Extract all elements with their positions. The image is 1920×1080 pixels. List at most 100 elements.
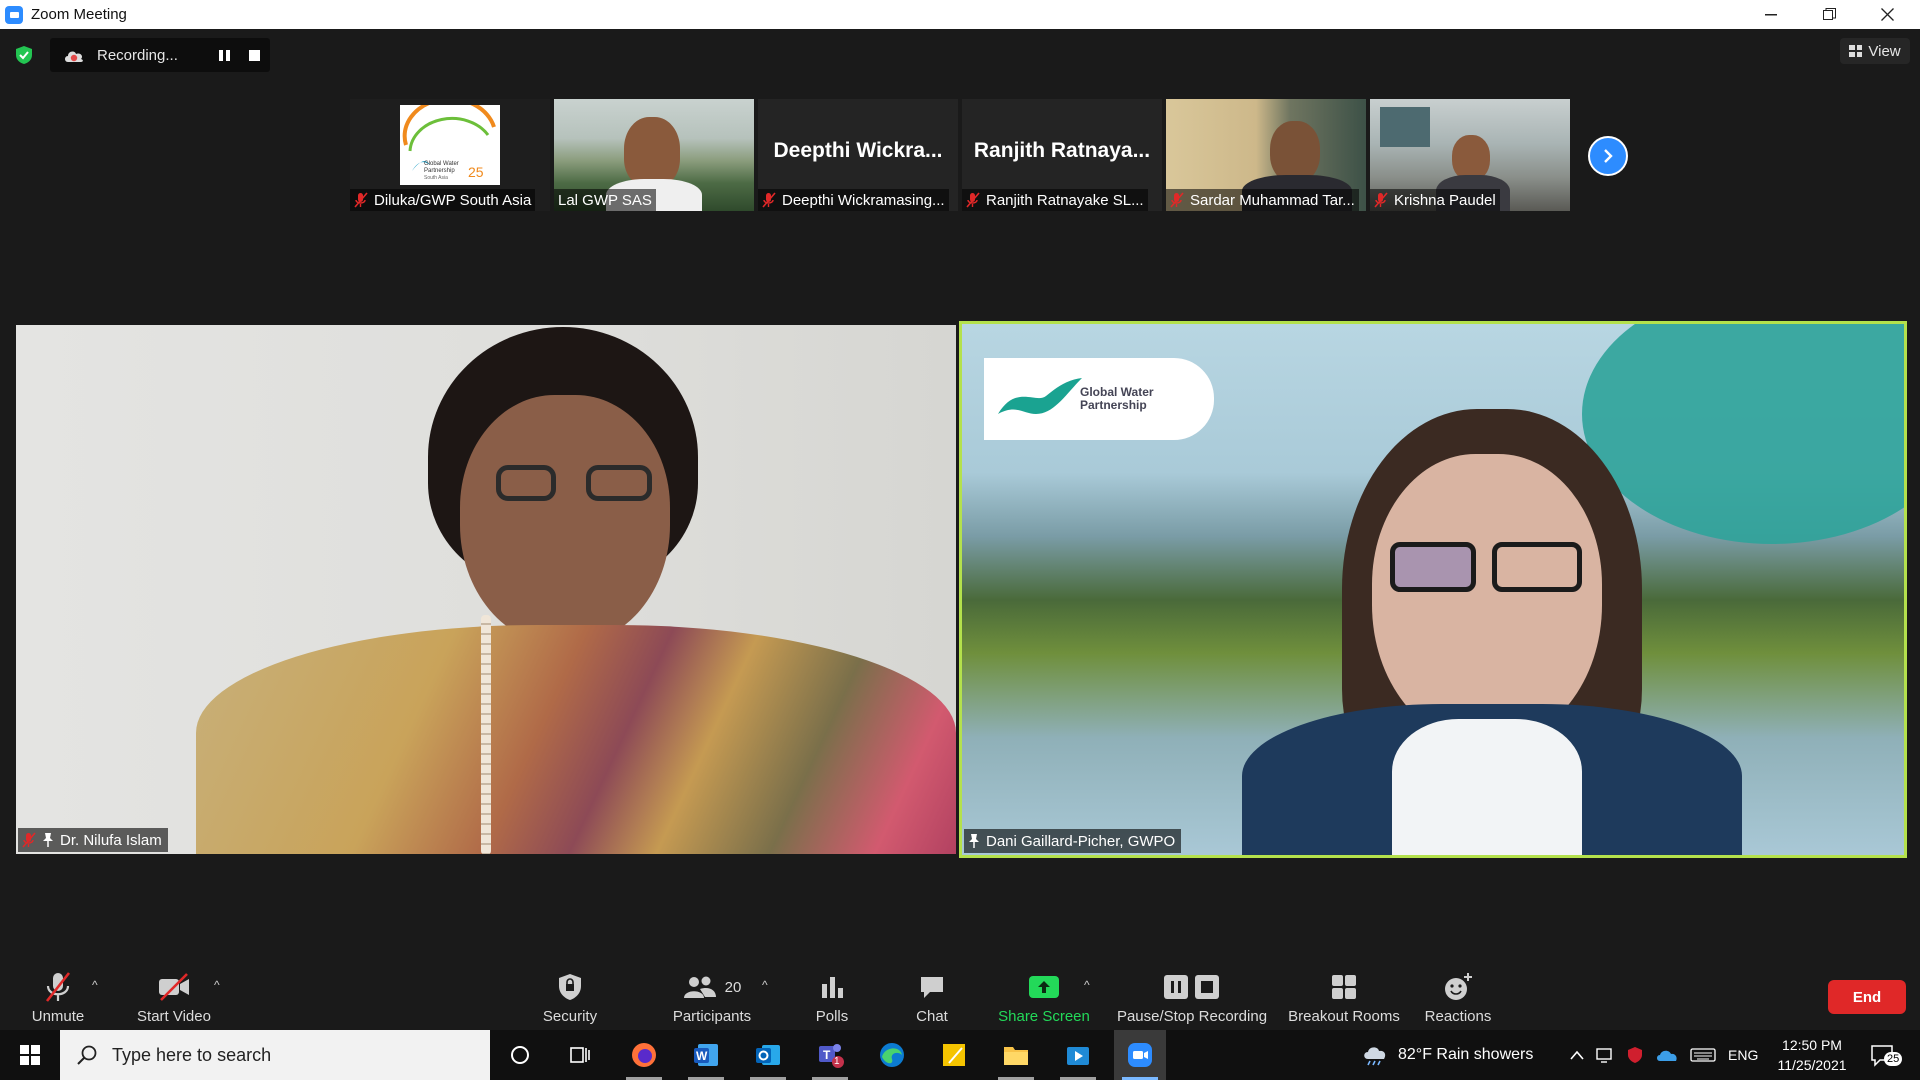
zoom-app: Zoom Meeting Recording... View 25 Global…: [0, 0, 1920, 1080]
word-taskbar-app[interactable]: W: [680, 1030, 732, 1080]
chat-button[interactable]: Chat: [900, 958, 964, 1030]
recording-indicator: Recording...: [50, 38, 270, 72]
outlook-icon: [756, 1045, 780, 1065]
notification-badge: 25: [1884, 1052, 1903, 1066]
file-explorer-taskbar-app[interactable]: [990, 1030, 1042, 1080]
unmute-button[interactable]: Unmute: [22, 958, 94, 1030]
gwp-wave-icon: [998, 378, 1082, 414]
system-clock[interactable]: 12:50 PM 11/25/2021: [1770, 1035, 1854, 1075]
cortana-circle-icon: [511, 1046, 529, 1064]
main-video-right[interactable]: Global Water Partnership Dani Gaillard-Pi…: [962, 324, 1904, 855]
close-button[interactable]: [1858, 0, 1916, 29]
participant-thumbnail[interactable]: 25 Global Water Partnership South Asia D…: [350, 99, 550, 211]
participant-saree: [196, 625, 956, 854]
pause-recording-button[interactable]: [216, 47, 232, 63]
encryption-shield-icon[interactable]: [14, 45, 34, 65]
gwp-logo: 25 Global Water Partnership South Asia: [400, 99, 500, 185]
participant-face: [1270, 121, 1320, 183]
taskbar-search-input[interactable]: Type here to search: [60, 1030, 490, 1080]
participant-name-tag: Dani Gaillard-Picher, GWPO: [964, 829, 1182, 853]
sticky-notes-icon: [943, 1044, 965, 1066]
polls-button[interactable]: Polls: [800, 958, 864, 1030]
share-options-caret[interactable]: ^: [1084, 978, 1090, 992]
outlook-taskbar-app[interactable]: [742, 1030, 794, 1080]
muted-mic-icon: [966, 192, 980, 208]
view-button[interactable]: View: [1840, 38, 1910, 64]
pause-stop-recording-button[interactable]: Pause/Stop Recording: [1114, 958, 1270, 1030]
title-bar: Zoom Meeting: [0, 0, 1920, 29]
mcafee-icon[interactable]: [1626, 1046, 1644, 1064]
zoom-logo-icon: [5, 5, 23, 24]
onedrive-icon[interactable]: [1656, 1048, 1678, 1062]
search-placeholder: Type here to search: [112, 1044, 272, 1065]
edge-taskbar-app[interactable]: [866, 1030, 918, 1080]
participant-display-name: Ranjith Ratnaya...: [973, 139, 1151, 162]
security-button[interactable]: Security: [534, 958, 606, 1030]
participants-button[interactable]: 20 Participants: [656, 958, 768, 1030]
participant-name: Sardar Muhammad Tar...: [1166, 189, 1359, 211]
muted-mic-icon: [1170, 192, 1184, 208]
participant-thumbnail[interactable]: Ranjith Ratnaya... Ranjith Ratnayake SL.…: [962, 99, 1162, 211]
restore-button[interactable]: [1800, 0, 1858, 29]
minimize-button[interactable]: [1742, 0, 1800, 29]
cortana-button[interactable]: [494, 1030, 546, 1080]
participant-display-name: Deepthi Wickra...: [773, 139, 943, 162]
windows-taskbar: Type here to search W T 1 82°F Rain show…: [0, 1030, 1920, 1080]
participant-thumbnail[interactable]: Sardar Muhammad Tar...: [1166, 99, 1366, 211]
firefox-taskbar-app[interactable]: [618, 1030, 670, 1080]
participants-icon: [683, 976, 716, 998]
edge-icon: [880, 1043, 904, 1067]
media-player-taskbar-app[interactable]: [1052, 1030, 1104, 1080]
share-screen-icon: [1029, 976, 1059, 998]
word-icon: W: [694, 1044, 718, 1066]
start-button[interactable]: [0, 1030, 60, 1080]
stop-recording-button[interactable]: [249, 50, 260, 61]
zoom-taskbar-app[interactable]: [1114, 1030, 1166, 1080]
participant-thumbnail[interactable]: Deepthi Wickra... Deepthi Wickramasing..…: [758, 99, 958, 211]
show-hidden-icons-chevron[interactable]: [1570, 1050, 1584, 1060]
muted-mic-icon: [1374, 192, 1388, 208]
task-view-icon: [570, 1047, 590, 1063]
window-title: Zoom Meeting: [31, 6, 127, 23]
rain-cloud-icon: [1364, 1047, 1386, 1066]
system-tray: ENG: [1570, 1030, 1758, 1080]
start-video-button[interactable]: Start Video: [130, 958, 218, 1030]
task-view-button[interactable]: [554, 1030, 606, 1080]
next-page-button[interactable]: [1588, 136, 1628, 176]
audio-options-caret[interactable]: ^: [92, 978, 98, 992]
keyboard-icon[interactable]: [1690, 1047, 1716, 1063]
svg-text:T: T: [823, 1048, 831, 1062]
view-label: View: [1868, 42, 1901, 60]
participant-thumbnail[interactable]: Krishna Paudel: [1370, 99, 1570, 211]
folder-icon: [1004, 1047, 1028, 1065]
participant-name: Lal GWP SAS: [554, 189, 656, 211]
participant-face: [1372, 454, 1602, 744]
teams-taskbar-app[interactable]: T 1: [804, 1030, 856, 1080]
end-meeting-button[interactable]: End: [1828, 980, 1906, 1014]
weather-widget[interactable]: 82°F Rain showers: [1362, 1030, 1533, 1080]
main-video-left[interactable]: Dr. Nilufa Islam: [16, 325, 956, 854]
muted-mic-icon: [45, 972, 71, 1002]
participants-options-caret[interactable]: ^: [762, 978, 768, 992]
chat-icon: [921, 977, 943, 998]
notification-center-button[interactable]: 25: [1870, 1030, 1903, 1080]
polls-icon: [822, 977, 843, 998]
participant-name: Ranjith Ratnayake SL...: [962, 189, 1148, 211]
share-screen-button[interactable]: Share Screen: [992, 958, 1096, 1030]
breakout-rooms-button[interactable]: Breakout Rooms: [1284, 958, 1404, 1030]
pause-stop-icon: [1164, 975, 1219, 999]
participant-turtleneck: [1392, 719, 1582, 855]
network-icon[interactable]: [1596, 1047, 1614, 1063]
participant-thumbnail[interactable]: Lal GWP SAS: [554, 99, 754, 211]
reactions-button[interactable]: Reactions: [1420, 958, 1496, 1030]
video-off-icon: [159, 973, 189, 1001]
sticky-notes-taskbar-app[interactable]: [928, 1030, 980, 1080]
language-indicator[interactable]: ENG: [1728, 1047, 1758, 1063]
cloud-recording-icon: [65, 51, 83, 62]
glasses-left: [1390, 542, 1476, 592]
participant-name-tag: Dr. Nilufa Islam: [18, 828, 168, 852]
video-options-caret[interactable]: ^: [214, 978, 220, 992]
muted-mic-icon: [762, 192, 776, 208]
svg-text:25: 25: [468, 164, 484, 180]
pearl-necklace: [481, 615, 491, 854]
